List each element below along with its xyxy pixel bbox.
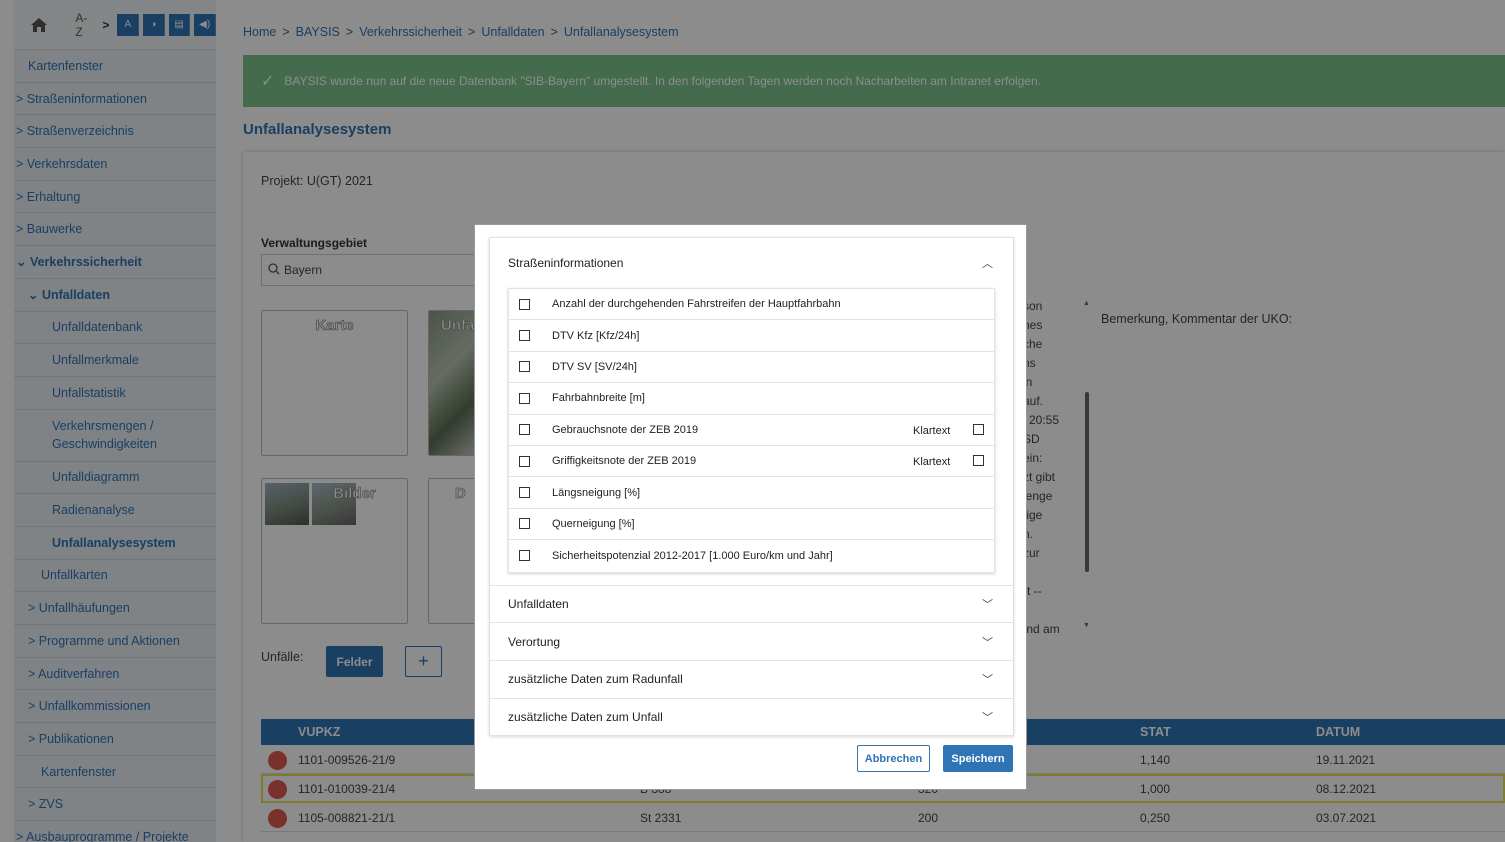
field-row[interactable]: Anzahl der durchgehenden Fahrstreifen de… xyxy=(509,289,994,321)
field-checkbox[interactable] xyxy=(519,330,530,342)
section-title: zusätzliche Daten zum Unfall xyxy=(508,709,663,724)
field-label: Querneigung [%] xyxy=(552,517,635,530)
field-row[interactable]: Fahrbahnbreite [m] xyxy=(509,383,994,415)
field-label: DTV Kfz [Kfz/24h] xyxy=(552,329,640,342)
field-label: DTV SV [SV/24h] xyxy=(552,360,637,373)
section-title: zusätzliche Daten zum Radunfall xyxy=(508,672,683,687)
field-row[interactable]: Gebrauchsnote der ZEB 2019 Klartext xyxy=(509,415,994,446)
field-accordion: Straßeninformationen ︿ Anzahl der durchg… xyxy=(489,237,1014,737)
chevron-down-icon: ﹀ xyxy=(982,598,993,611)
field-label: Griffigkeitsnote der ZEB 2019 xyxy=(552,455,697,468)
field-row[interactable]: Querneigung [%] xyxy=(509,509,994,541)
field-row[interactable]: Griffigkeitsnote der ZEB 2019 Klartext xyxy=(509,446,994,478)
field-checkbox[interactable] xyxy=(519,361,530,373)
section-title: Straßeninformationen xyxy=(508,256,624,270)
klartext-checkbox[interactable] xyxy=(973,423,984,435)
chevron-up-icon: ︿ xyxy=(982,258,993,270)
field-checkbox[interactable] xyxy=(519,518,530,530)
field-checkbox[interactable] xyxy=(519,455,530,467)
chevron-down-icon: ﹀ xyxy=(982,711,993,724)
section-title: Verortung xyxy=(508,634,561,649)
chevron-down-icon: ﹀ xyxy=(982,674,993,687)
section-title: Unfalldaten xyxy=(508,596,569,611)
klartext-label: Klartext xyxy=(913,424,951,437)
field-row[interactable]: Längsneigung [%] xyxy=(509,477,994,509)
field-row[interactable]: DTV SV [SV/24h] xyxy=(509,352,994,384)
section-unfalldaten[interactable]: Unfalldaten ﹀ xyxy=(490,584,1013,623)
field-checkbox[interactable] xyxy=(519,424,530,436)
field-checkbox[interactable] xyxy=(519,298,530,310)
field-row[interactable]: Sicherheitspotenzial 2012-2017 [1.000 Eu… xyxy=(509,540,994,571)
felder-dialog: Straßeninformationen ︿ Anzahl der durchg… xyxy=(474,224,1027,790)
section-zusatz-unfall[interactable]: zusätzliche Daten zum Unfall ﹀ xyxy=(490,697,1013,736)
save-button[interactable]: Speichern xyxy=(943,745,1013,772)
klartext-checkbox[interactable] xyxy=(973,454,984,466)
field-checkbox[interactable] xyxy=(519,392,530,404)
section-strasseninformationen[interactable]: Straßeninformationen ︿ xyxy=(490,238,1013,288)
strasseninformationen-fields: Anzahl der durchgehenden Fahrstreifen de… xyxy=(508,288,995,573)
section-verortung[interactable]: Verortung ﹀ xyxy=(490,622,1013,660)
field-checkbox[interactable] xyxy=(519,550,530,562)
field-row[interactable]: DTV Kfz [Kfz/24h] xyxy=(509,320,994,352)
cancel-button[interactable]: Abbrechen xyxy=(857,745,930,772)
field-label: Gebrauchsnote der ZEB 2019 xyxy=(552,423,699,436)
chevron-down-icon: ﹀ xyxy=(982,636,993,649)
field-label: Längsneigung [%] xyxy=(552,486,641,499)
field-label: Fahrbahnbreite [m] xyxy=(552,392,645,405)
section-radunfall[interactable]: zusätzliche Daten zum Radunfall ﹀ xyxy=(490,659,1013,698)
field-checkbox[interactable] xyxy=(519,487,530,499)
field-label: Sicherheitspotenzial 2012-2017 [1.000 Eu… xyxy=(552,549,833,562)
klartext-label: Klartext xyxy=(913,455,951,468)
field-label: Anzahl der durchgehenden Fahrstreifen de… xyxy=(552,298,841,311)
